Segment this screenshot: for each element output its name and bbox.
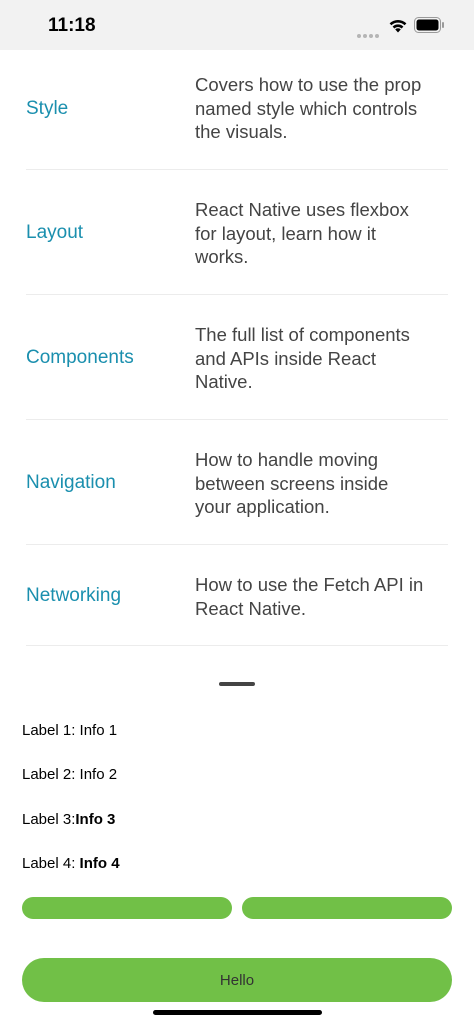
wifi-icon xyxy=(389,19,407,33)
topic-title[interactable]: Style xyxy=(26,98,68,120)
topic-description: How to use the Fetch API in React Native… xyxy=(195,573,448,620)
topic-row-style[interactable]: Style Covers how to use the prop named s… xyxy=(26,50,448,170)
topic-description-line: the visuals. xyxy=(195,121,288,142)
topic-title[interactable]: Layout xyxy=(26,222,83,244)
hello-button-label: Hello xyxy=(219,972,255,989)
topic-row-components[interactable]: Components The full list of components a… xyxy=(26,295,448,420)
topic-description: Covers how to use the prop named style w… xyxy=(195,73,448,144)
topic-title[interactable]: Components xyxy=(26,347,134,369)
info-label: Label 1: xyxy=(22,722,80,739)
home-indicator xyxy=(153,1010,322,1015)
topic-description-line: The full list of components xyxy=(195,324,410,345)
battery-icon xyxy=(414,17,444,33)
topic-description: How to handle moving between screens ins… xyxy=(195,448,448,519)
hello-button[interactable]: Hello xyxy=(22,958,452,1002)
info-label: Label 2: xyxy=(22,766,80,783)
info-row: Label 4: Info 4 xyxy=(22,855,120,872)
info-value: Info 2 xyxy=(79,766,118,783)
topic-row-layout[interactable]: Layout React Native uses flexbox for lay… xyxy=(26,170,448,295)
topic-description-line: works. xyxy=(195,246,249,267)
topic-row-networking[interactable]: Networking How to use the Fetch API in R… xyxy=(26,545,448,646)
topic-description-line: Covers how to use the prop xyxy=(195,74,422,95)
topic-title[interactable]: Navigation xyxy=(26,472,116,494)
topic-description-line: named style which controls xyxy=(195,97,418,119)
info-value: Info 1 xyxy=(79,722,118,739)
topic-title[interactable]: Networking xyxy=(26,585,121,607)
info-row: Label 1: Info 1 xyxy=(22,722,117,739)
info-row: Label 3:Info 3 xyxy=(22,811,115,828)
info-label: Label 3: xyxy=(22,811,76,828)
topic-description-line: React Native. xyxy=(195,597,307,619)
status-bar: 11:18 xyxy=(0,0,474,50)
topic-description-line: and APIs inside React xyxy=(195,347,376,369)
topic-description-line: React Native uses flexbox xyxy=(195,199,409,220)
topic-row-navigation[interactable]: Navigation How to handle moving between … xyxy=(26,420,448,545)
topic-description-line: How to use the Fetch API in xyxy=(195,574,424,595)
cellular-signal-icon xyxy=(357,25,381,38)
right-action-button[interactable] xyxy=(242,897,452,919)
topic-description-line: for layout, learn how it xyxy=(195,222,376,244)
topic-description-line: your application. xyxy=(195,496,330,517)
info-label: Label 4: xyxy=(22,855,80,872)
topic-description: The full list of components and APIs ins… xyxy=(195,323,448,394)
topic-description-line: How to handle moving xyxy=(195,449,379,470)
info-row: Label 2: Info 2 xyxy=(22,766,117,783)
info-value: Info 4 xyxy=(79,855,120,872)
status-time: 11:18 xyxy=(48,15,96,36)
topic-description-line: Native. xyxy=(195,371,253,392)
left-action-button[interactable] xyxy=(22,897,232,919)
topic-description: React Native uses flexbox for layout, le… xyxy=(195,198,448,269)
sheet-drag-handle[interactable] xyxy=(219,682,255,686)
info-value: Info 3 xyxy=(75,811,116,828)
topic-description-line: between screens inside xyxy=(195,472,389,494)
